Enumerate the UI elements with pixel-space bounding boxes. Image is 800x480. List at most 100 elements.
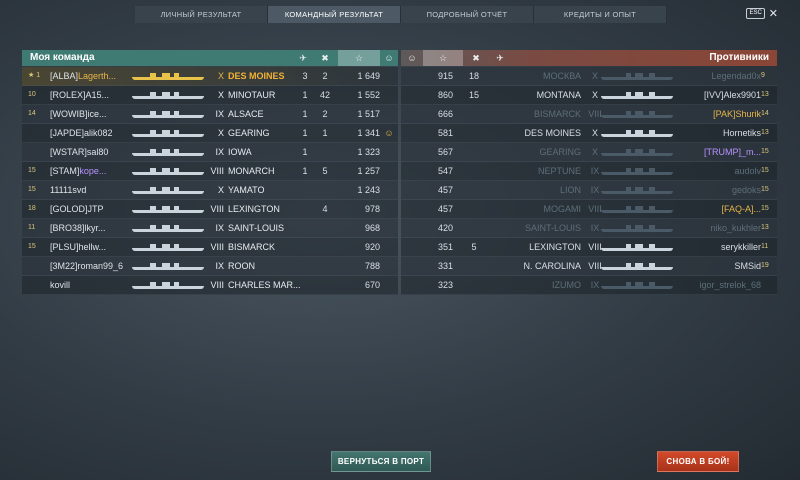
- base-xp: 915: [437, 71, 453, 81]
- table-row[interactable]: 581 DES MOINES X Hornetiks 13: [401, 124, 777, 143]
- base-xp: 1 517: [357, 109, 380, 119]
- table-row[interactable]: kovill VIII CHARLES MAR... 670: [22, 276, 398, 295]
- planes-destroyed: 1: [302, 128, 308, 138]
- table-row[interactable]: 860 15 MONTANA X [IVV]Alex9901 13: [401, 86, 777, 105]
- ship-silhouette-icon: [132, 91, 204, 99]
- table-row[interactable]: 457 LION IX gedoks 15: [401, 181, 777, 200]
- player-name[interactable]: [IVV]Alex9901: [671, 86, 761, 104]
- table-row[interactable]: [WSTAR]sal80 IX IOWA 1 1 323: [22, 143, 398, 162]
- table-row[interactable]: 547 NEPTUNE IX audolv 15: [401, 162, 777, 181]
- planes-destroyed: 5: [471, 242, 477, 252]
- medal-icon[interactable]: ☺: [401, 50, 423, 66]
- ship-name: BISMARCK: [228, 242, 276, 252]
- rank-badge: 15: [761, 167, 769, 174]
- ship-kill-icon[interactable]: ✖: [314, 50, 336, 66]
- rank-badge: 10: [28, 91, 36, 98]
- player-nick: A15...: [85, 90, 110, 100]
- table-row[interactable]: 666 BISMARCK VIII [PAK]Shurik 14: [401, 105, 777, 124]
- planes-destroyed: 1: [302, 166, 308, 176]
- base-xp: 1 243: [357, 185, 380, 195]
- ship-silhouette-icon: [601, 72, 673, 80]
- battle-again-button[interactable]: СНОВА В БОЙ!: [657, 451, 739, 472]
- return-to-port-button[interactable]: ВЕРНУТЬСЯ В ПОРТ: [331, 451, 431, 472]
- player-name[interactable]: [PAK]Shurik: [671, 105, 761, 123]
- ship-name: NEPTUNE: [537, 166, 581, 176]
- player-name[interactable]: [FAQ-A]...: [671, 200, 761, 218]
- ship-silhouette-icon: [601, 110, 673, 118]
- base-xp: 920: [364, 242, 380, 252]
- ships-destroyed: 2: [322, 109, 328, 119]
- ship-silhouette-icon: [601, 262, 673, 270]
- table-row[interactable]: 915 18 МОСКВА X Legendad0x 9: [401, 67, 777, 86]
- base-xp: 978: [364, 204, 380, 214]
- player-name[interactable]: SMSid: [671, 257, 761, 275]
- table-row[interactable]: 14 [WOWIB]ice... IX ALSACE 1 2 1 517: [22, 105, 398, 124]
- table-row[interactable]: 15 11111svd X YAMATO 1 243: [22, 181, 398, 200]
- ship-silhouette-icon: [601, 224, 673, 232]
- rank-badge: 18: [28, 205, 36, 212]
- clan-tag: [GOLOD]: [50, 204, 88, 214]
- ship-tier: VIII: [210, 280, 224, 290]
- table-row[interactable]: 18 [GOLOD]JTP VIII LEXINGTON 4 978: [22, 200, 398, 219]
- medal-icon[interactable]: ☺: [378, 50, 400, 66]
- player-name[interactable]: gedoks: [671, 181, 761, 199]
- ship-tier: IX: [215, 261, 224, 271]
- ships-destroyed: 4: [322, 204, 328, 214]
- ship-tier: X: [217, 90, 224, 100]
- player-nick: roman99_6: [77, 261, 124, 271]
- plane-kill-icon[interactable]: ✈: [489, 50, 511, 66]
- rank-badge: 15: [28, 186, 36, 193]
- player-name[interactable]: Legendad0x: [671, 67, 761, 85]
- table-row[interactable]: ★ 1 [ALBA]Lagerth... X DES MOINES 3 2 1 649: [22, 67, 398, 86]
- table-row[interactable]: 15 [PLSU]hellw... VIII BISMARCK 920: [22, 238, 398, 257]
- ship-silhouette-icon: [132, 167, 204, 175]
- table-row[interactable]: 457 MOGAMI VIII [FAQ-A]... 15: [401, 200, 777, 219]
- table-row[interactable]: [3M22]roman99_6 IX ROON 788: [22, 257, 398, 276]
- rank-badge: 15: [761, 186, 769, 193]
- player-nick: alik082: [84, 128, 113, 138]
- results-tabs: ЛИЧНЫЙ РЕЗУЛЬТАТ КОМАНДНЫЙ РЕЗУЛЬТАТ ПОД…: [135, 6, 667, 23]
- player-nick: JTP: [87, 204, 104, 214]
- rank-badge: 14: [761, 110, 769, 117]
- star-icon[interactable]: ☆: [338, 50, 380, 66]
- clan-tag: [JAPDE]: [50, 128, 85, 138]
- player-nick: kovill: [50, 280, 71, 290]
- player-nick: Lagerth...: [78, 71, 117, 81]
- star-icon[interactable]: ☆: [423, 50, 463, 66]
- player-name[interactable]: audolv: [671, 162, 761, 180]
- player-name[interactable]: Hornetiks: [671, 124, 761, 142]
- table-row[interactable]: 567 GEARING X [TRUMP]_m... 15: [401, 143, 777, 162]
- close-icon[interactable]: ✕: [769, 8, 778, 19]
- rank-badge: 14: [28, 110, 36, 117]
- ship-silhouette-icon: [132, 243, 204, 251]
- base-xp: 968: [364, 223, 380, 233]
- rank-badge: 15: [761, 205, 769, 212]
- tab-detailed-report[interactable]: ПОДРОБНЫЙ ОТЧЁТ: [401, 6, 534, 23]
- tab-team-result[interactable]: КОМАНДНЫЙ РЕЗУЛЬТАТ: [268, 6, 401, 23]
- ship-tier: IX: [215, 223, 224, 233]
- ship-silhouette-icon: [601, 129, 673, 137]
- plane-kill-icon[interactable]: ✈: [292, 50, 314, 66]
- table-row[interactable]: 10 [ROLEX]A15... X MINOTAUR 1 42 1 552: [22, 86, 398, 105]
- tab-personal-result[interactable]: ЛИЧНЫЙ РЕЗУЛЬТАТ: [135, 6, 268, 23]
- rank-badge: 19: [761, 262, 769, 269]
- table-row[interactable]: 11 [BRO38]lkyr... IX SAINT-LOUIS 968: [22, 219, 398, 238]
- table-row[interactable]: [JAPDE]alik082 X GEARING 1 1 1 341 ☺: [22, 124, 398, 143]
- esc-close[interactable]: ESC ✕: [746, 8, 778, 19]
- player-name[interactable]: serykkiller: [671, 238, 761, 256]
- tab-credits-xp[interactable]: КРЕДИТЫ И ОПЫТ: [534, 6, 667, 23]
- player-name[interactable]: niko_kukhler: [671, 219, 761, 237]
- ship-kill-icon[interactable]: ✖: [465, 50, 487, 66]
- ship-silhouette-icon: [132, 281, 204, 289]
- table-row[interactable]: 15 [STAM]kope... VIII MONARCH 1 5 1 257: [22, 162, 398, 181]
- base-xp: 420: [437, 223, 453, 233]
- rank-badge: ★ 1: [28, 72, 41, 79]
- ships-destroyed: 2: [322, 71, 328, 81]
- ship-silhouette-icon: [132, 224, 204, 232]
- table-row[interactable]: 351 5 LEXINGTON VIII serykkiller 11: [401, 238, 777, 257]
- player-name[interactable]: [TRUMP]_m...: [671, 143, 761, 161]
- table-row[interactable]: 323 IZUMO IX igor_strelok_68: [401, 276, 777, 295]
- player-name[interactable]: igor_strelok_68: [671, 276, 761, 294]
- table-row[interactable]: 420 SAINT-LOUIS IX niko_kukhler 13: [401, 219, 777, 238]
- table-row[interactable]: 331 N. CAROLINA VIII SMSid 19: [401, 257, 777, 276]
